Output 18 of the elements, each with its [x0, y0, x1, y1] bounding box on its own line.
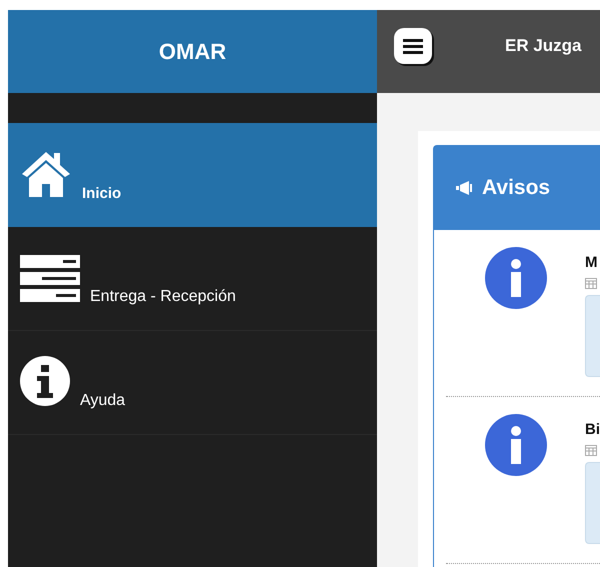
notice-title: M: [585, 254, 598, 271]
panel-title: Avisos: [482, 176, 550, 200]
sidebar-item[interactable]: Inicio: [8, 123, 377, 227]
brand-title: OMAR: [8, 10, 377, 93]
megaphone-icon: [456, 181, 472, 195]
server-icon: [20, 255, 80, 302]
menu-button[interactable]: [394, 28, 432, 64]
info-icon: [20, 356, 70, 406]
menu-icon: [403, 38, 423, 54]
calendar-icon: [585, 277, 597, 289]
notice-title: Bi: [585, 421, 600, 438]
house-icon: [20, 150, 72, 198]
sidebar-item[interactable]: Entrega - Recepción: [8, 227, 377, 331]
page-title: ER Juzga: [505, 36, 582, 56]
info-icon: [484, 414, 546, 476]
calendar-icon: [585, 444, 597, 456]
sidebar-item[interactable]: Ayuda: [8, 331, 377, 435]
info-icon: [484, 247, 546, 309]
